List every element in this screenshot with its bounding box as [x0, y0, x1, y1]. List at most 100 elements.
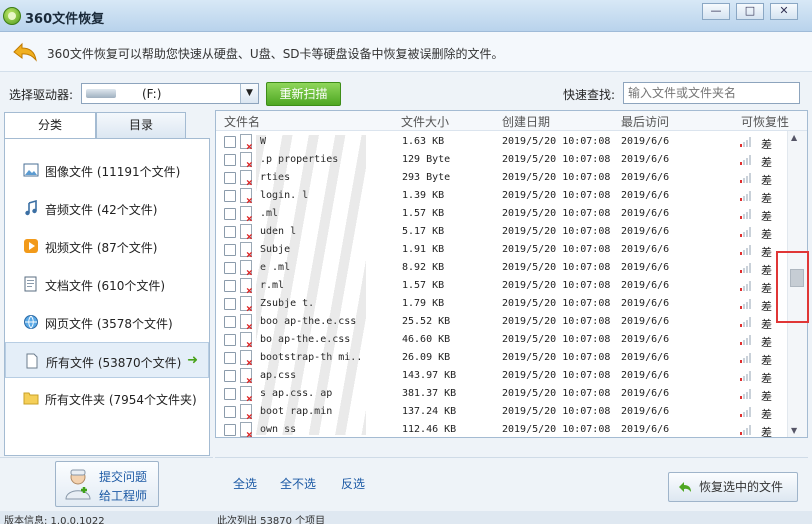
file-name: own ss: [260, 424, 297, 435]
drive-icon: [86, 89, 116, 98]
row-checkbox[interactable]: [224, 298, 236, 310]
column-recoverability[interactable]: 可恢复性: [741, 113, 789, 130]
category-images[interactable]: 图像文件 (11191个文件): [5, 152, 209, 188]
category-webpages[interactable]: 网页文件 (3578个文件): [5, 304, 209, 340]
chevron-down-icon[interactable]: ▼: [240, 84, 258, 103]
recover-selected-button[interactable]: 恢复选中的文件: [668, 472, 798, 502]
file-size: 25.52 KB: [402, 316, 451, 327]
file-size: 1.91 KB: [402, 244, 445, 255]
table-row[interactable]: own ss 112.46 KB 2019/5/20 10:07:08 2019/6/…: [216, 421, 788, 437]
tab-strip: 分类 目录: [4, 112, 210, 139]
table-row[interactable]: uden l 5.17 KB 2019/5/20 10:07:08 2019/6/6 差: [216, 223, 788, 243]
file-size: 1.63 KB: [402, 136, 445, 147]
tab-category[interactable]: 分类: [4, 112, 96, 139]
table-row[interactable]: e .ml 8.92 KB 2019/5/20 10:07:08 2019/6/6 差: [216, 259, 788, 279]
file-accessed: 2019/6/6: [621, 172, 670, 183]
minimize-button[interactable]: —: [702, 3, 730, 20]
deleted-file-icon: [240, 188, 253, 207]
drive-select[interactable]: (F:) ▼: [81, 83, 259, 104]
tab-directory[interactable]: 目录: [96, 112, 186, 139]
file-created: 2019/5/20 10:07:08: [502, 172, 611, 183]
file-name: boot rap.min: [260, 406, 333, 417]
table-row[interactable]: Zsubje t. 1.79 KB 2019/5/20 10:07:08 2019/6…: [216, 295, 788, 315]
drive-bar: 选择驱动器: (F:) ▼ 重新扫描 快速查找:: [0, 72, 812, 110]
action-bar: 全选 全不选 反选 恢复选中的文件: [215, 457, 808, 511]
file-size: 1.57 KB: [402, 208, 445, 219]
file-created: 2019/5/20 10:07:08: [502, 424, 611, 435]
file-name: bootstrap-th mi..: [260, 352, 363, 363]
table-row[interactable]: bootstrap-th mi.. 26.09 KB 2019/5/20 10:07…: [216, 349, 788, 369]
table-row[interactable]: W 1.63 KB 2019/5/20 10:07:08 2019/6/6 差: [216, 133, 788, 153]
row-checkbox[interactable]: [224, 424, 236, 436]
search-input[interactable]: [623, 82, 800, 104]
file-created: 2019/5/20 10:07:08: [502, 136, 611, 147]
signal-bars-icon: [740, 425, 752, 435]
file-size: 26.09 KB: [402, 352, 451, 363]
table-row[interactable]: ap.css 143.97 KB 2019/5/20 10:07:08 2019/6/…: [216, 367, 788, 387]
table-row[interactable]: rties 293 Byte 2019/5/20 10:07:08 2019/6/6 差: [216, 169, 788, 189]
maximize-button[interactable]: □: [736, 3, 764, 20]
column-name[interactable]: 文件名: [224, 113, 260, 130]
table-row[interactable]: .p properties 129 Byte 2019/5/20 10:07:08 2…: [216, 151, 788, 171]
column-created[interactable]: 创建日期: [502, 113, 550, 130]
file-recoverability: 差: [761, 300, 772, 313]
close-button[interactable]: ✕: [770, 3, 798, 20]
file-accessed: 2019/6/6: [621, 316, 670, 327]
row-checkbox[interactable]: [224, 136, 236, 148]
row-checkbox[interactable]: [224, 190, 236, 202]
row-checkbox[interactable]: [224, 406, 236, 418]
signal-bars-icon: [740, 371, 752, 381]
file-accessed: 2019/6/6: [621, 244, 670, 255]
signal-bars-icon: [740, 299, 752, 309]
row-checkbox[interactable]: [224, 226, 236, 238]
column-size[interactable]: 文件大小: [401, 113, 449, 130]
select-all-link[interactable]: 全选: [233, 475, 257, 492]
title-bar: 360文件恢复 — □ ✕: [0, 0, 812, 32]
info-bar: 360文件恢复可以帮助您快速从硬盘、U盘、SD卡等硬盘设备中恢复被误删除的文件。: [0, 32, 812, 72]
window-title: 360文件恢复: [25, 12, 105, 27]
row-checkbox[interactable]: [224, 388, 236, 400]
row-checkbox[interactable]: [224, 262, 236, 274]
rescan-button[interactable]: 重新扫描: [266, 82, 341, 106]
scroll-down-icon[interactable]: ▼: [791, 426, 797, 435]
row-checkbox[interactable]: [224, 208, 236, 220]
row-checkbox[interactable]: [224, 352, 236, 364]
table-row[interactable]: bo ap-the.e.css 46.60 KB 2019/5/20 10:07:0…: [216, 331, 788, 351]
deleted-file-icon: [240, 404, 253, 423]
file-recoverability: 差: [761, 174, 772, 187]
category-documents[interactable]: 文档文件 (610个文件): [5, 266, 209, 302]
table-row[interactable]: boo ap-the.e.css 25.52 KB 2019/5/20 10:07:…: [216, 313, 788, 333]
file-accessed: 2019/6/6: [621, 190, 670, 201]
category-audio[interactable]: 音频文件 (42个文件): [5, 190, 209, 226]
file-recoverability: 差: [761, 156, 772, 169]
table-row[interactable]: Subje 1.91 KB 2019/5/20 10:07:08 2019/6/6 差: [216, 241, 788, 261]
table-row[interactable]: r.ml 1.57 KB 2019/5/20 10:07:08 2019/6/6 差: [216, 277, 788, 297]
select-none-link[interactable]: 全不选: [280, 475, 316, 492]
row-checkbox[interactable]: [224, 334, 236, 346]
row-checkbox[interactable]: [224, 370, 236, 382]
category-all-folders[interactable]: 所有文件夹 (7954个文件夹): [5, 380, 209, 416]
deleted-file-icon: [240, 206, 253, 225]
row-checkbox[interactable]: [224, 172, 236, 184]
category-video[interactable]: 视频文件 (87个文件): [5, 228, 209, 264]
file-icon: [26, 353, 38, 369]
file-recoverability: 差: [761, 408, 772, 421]
column-accessed[interactable]: 最后访问: [621, 113, 669, 130]
row-checkbox[interactable]: [224, 280, 236, 292]
table-row[interactable]: boot rap.min 137.24 KB 2019/5/20 10:07:08 2…: [216, 403, 788, 423]
scroll-up-icon[interactable]: ▲: [791, 133, 797, 142]
row-checkbox[interactable]: [224, 244, 236, 256]
table-row[interactable]: .ml 1.57 KB 2019/5/20 10:07:08 2019/6/6 差: [216, 205, 788, 225]
row-checkbox[interactable]: [224, 316, 236, 328]
file-name: .ml: [260, 208, 279, 219]
row-checkbox[interactable]: [224, 154, 236, 166]
submit-problem-button[interactable]: 提交问题 给工程师: [55, 461, 159, 507]
help-line-1: 提交问题: [99, 470, 148, 484]
signal-bars-icon: [740, 353, 752, 363]
category-all-files[interactable]: 所有文件 (53870个文件) ➜: [5, 342, 209, 378]
file-accessed: 2019/6/6: [621, 388, 670, 399]
table-row[interactable]: s ap.css. ap 381.37 KB 2019/5/20 10:07:08 2…: [216, 385, 788, 405]
table-row[interactable]: login. l 1.39 KB 2019/5/20 10:07:08 2019/6/…: [216, 187, 788, 207]
file-name: uden l: [260, 226, 297, 237]
invert-selection-link[interactable]: 反选: [341, 475, 365, 492]
